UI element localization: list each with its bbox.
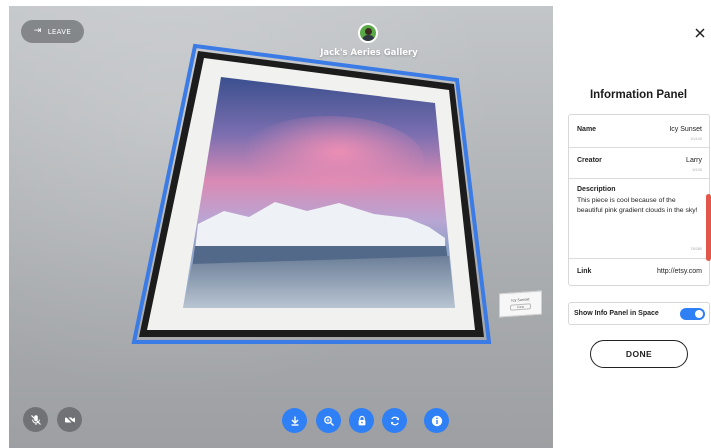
- creator-value[interactable]: Larry: [686, 157, 702, 164]
- close-icon[interactable]: [693, 26, 707, 40]
- name-field[interactable]: Name Icy Sunset 10/100: [569, 115, 709, 148]
- name-value[interactable]: Icy Sunset: [669, 126, 702, 133]
- lock-icon: [358, 415, 365, 425]
- leave-icon: ⇥: [33, 26, 42, 36]
- info-fields-card: Name Icy Sunset 10/100 Creator Larry 5/1…: [568, 114, 710, 286]
- name-char-count: 10/100: [690, 137, 702, 141]
- creator-field[interactable]: Creator Larry 5/100: [569, 148, 709, 179]
- info-button[interactable]: [424, 408, 449, 433]
- description-char-count: 78/280: [690, 247, 702, 251]
- creator-label: Creator: [577, 157, 602, 164]
- panel-scrollbar[interactable]: [706, 194, 711, 261]
- gallery-viewport[interactable]: ⇥ LEAVE Jack's Aeries Gallery Icy Sunset…: [9, 6, 553, 448]
- done-button[interactable]: DONE: [590, 340, 688, 368]
- refresh-button[interactable]: [382, 408, 407, 433]
- mute-mic-button[interactable]: [23, 407, 48, 432]
- description-label: Description: [577, 186, 616, 193]
- artwork-info-plaque[interactable]: Icy Sunset View: [499, 290, 542, 318]
- plaque-view-button[interactable]: View: [509, 303, 532, 311]
- lock-button[interactable]: [349, 408, 374, 433]
- avatar[interactable]: [358, 23, 378, 43]
- creator-char-count: 5/100: [692, 168, 702, 172]
- artwork-town: [183, 256, 455, 308]
- refresh-icon: [390, 416, 399, 425]
- show-info-toggle-label: Show Info Panel in Space: [574, 310, 659, 317]
- show-info-toggle-row[interactable]: Show Info Panel in Space: [568, 302, 710, 325]
- name-label: Name: [577, 126, 597, 133]
- plaque-title: Icy Sunset: [511, 297, 530, 303]
- mic-muted-icon: [30, 414, 41, 425]
- gallery-title: Jack's Aeries Gallery: [320, 48, 418, 58]
- info-icon: [431, 415, 442, 426]
- camera-off-button[interactable]: [57, 407, 82, 432]
- artwork-frame[interactable]: [9, 6, 553, 448]
- link-field[interactable]: Link http://etsy.com: [569, 259, 709, 285]
- link-value[interactable]: http://etsy.com: [657, 268, 702, 275]
- description-field[interactable]: Description This piece is cool because o…: [569, 179, 709, 259]
- link-label: Link: [577, 268, 592, 275]
- description-value[interactable]: This piece is cool because of the beauti…: [577, 196, 699, 215]
- download-icon: [291, 416, 298, 426]
- zoom-button[interactable]: [316, 408, 341, 433]
- camera-off-icon: [64, 414, 75, 425]
- download-button[interactable]: [282, 408, 307, 433]
- leave-button[interactable]: ⇥ LEAVE: [21, 20, 84, 43]
- leave-label: LEAVE: [47, 27, 72, 36]
- panel-title: Information Panel: [589, 89, 688, 101]
- zoom-icon: [323, 415, 334, 426]
- show-info-toggle[interactable]: [680, 308, 705, 320]
